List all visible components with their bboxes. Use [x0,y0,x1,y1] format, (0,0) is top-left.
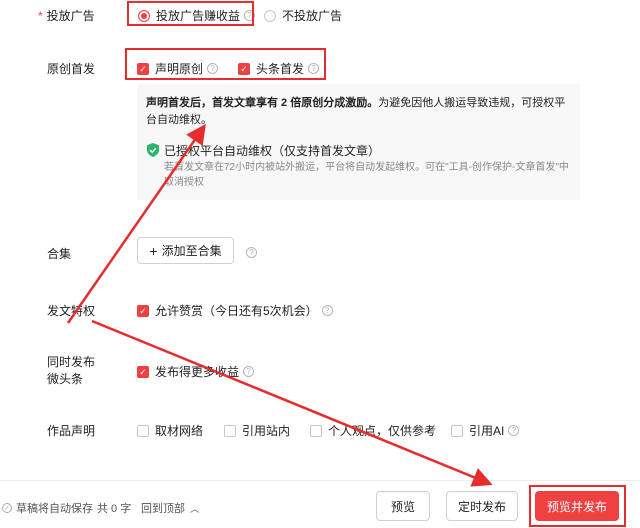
annotation-arrow-to-info [66,123,206,324]
annotation-arrow-to-publish [91,319,493,487]
annotation-arrows [66,123,493,487]
